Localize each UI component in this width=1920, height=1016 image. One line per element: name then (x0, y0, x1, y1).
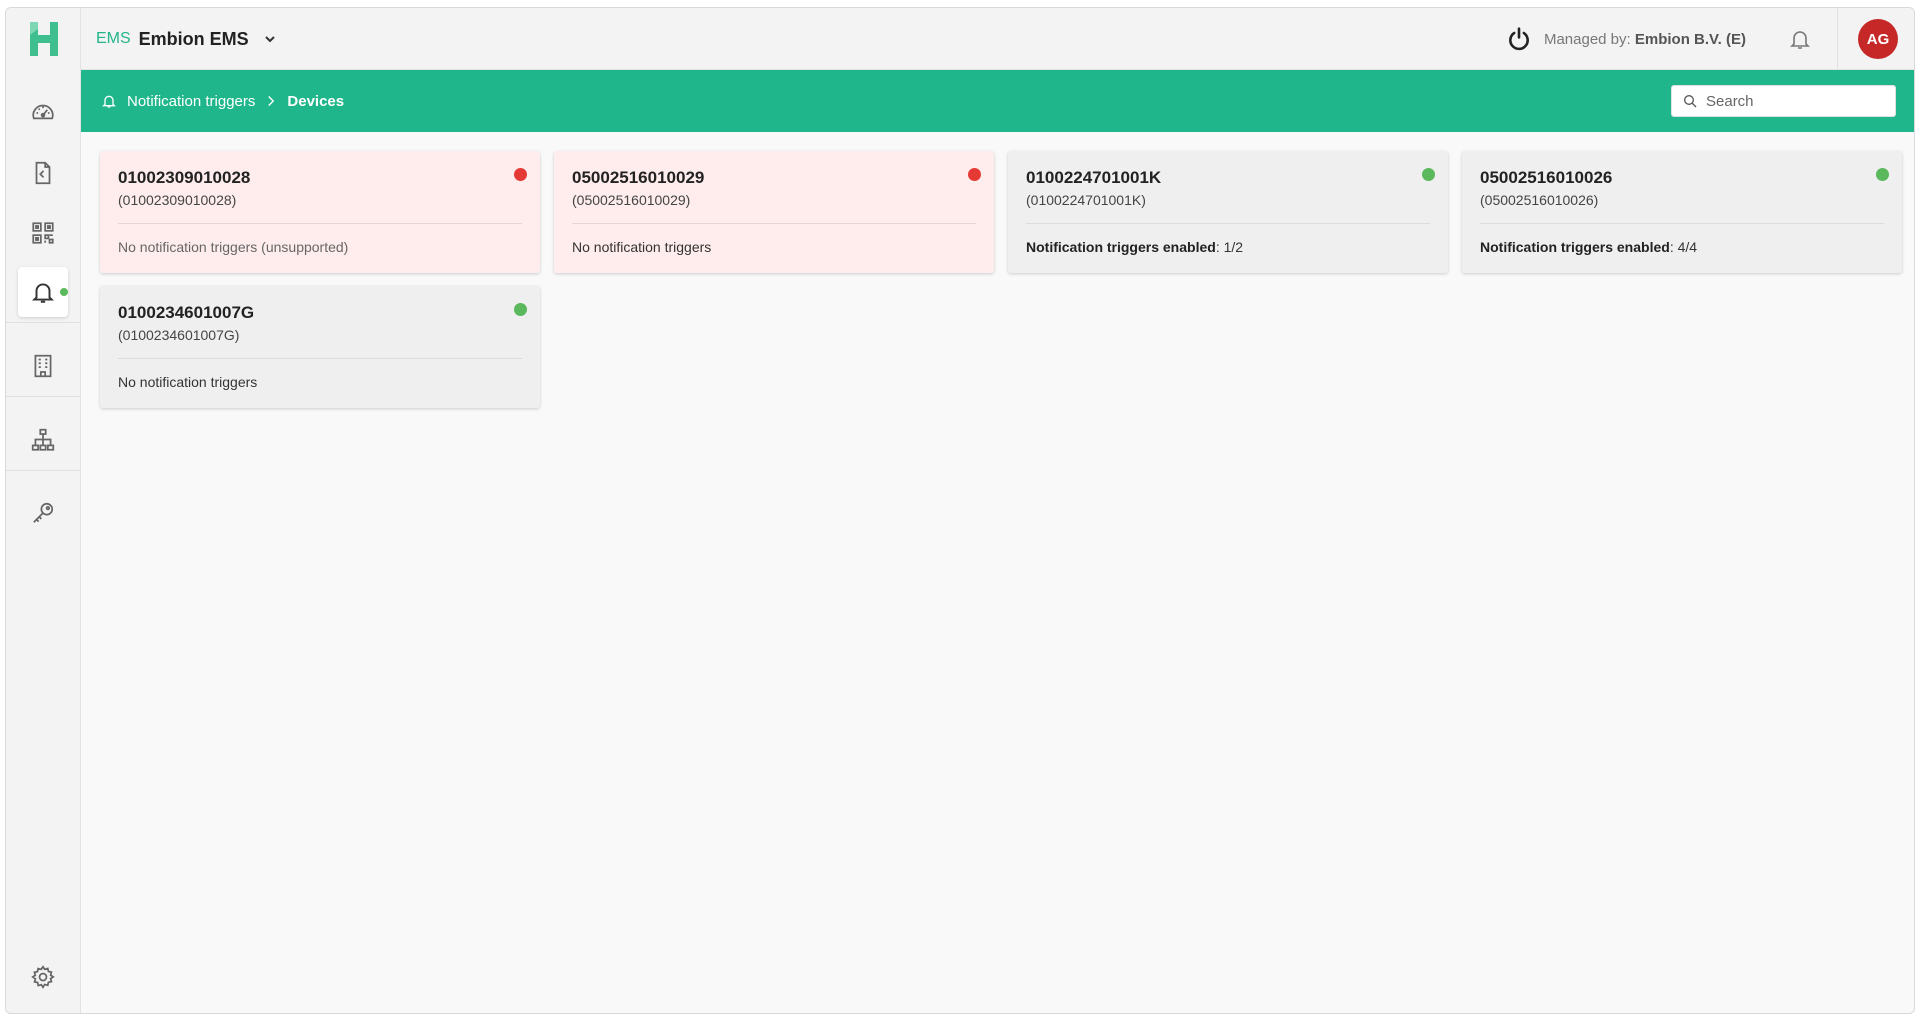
card-divider (1026, 223, 1430, 224)
gauge-icon (32, 104, 54, 120)
device-status: No notification triggers (572, 239, 712, 255)
sidebar-item-keys[interactable] (18, 488, 68, 538)
card-divider (118, 358, 522, 359)
device-status: No notification triggers (118, 374, 258, 390)
managed-by: Managed by: Embion B.V. (E) (1506, 8, 1746, 70)
device-title: 05002516010029 (572, 168, 705, 187)
sidebar-item-dashboard[interactable] (18, 88, 68, 138)
sidebar-divider (6, 470, 81, 471)
page-header: Notification triggers Devices (81, 70, 1914, 132)
device-card[interactable]: 05002516010026 (05002516010026) Notificati… (1462, 151, 1902, 273)
qr-grid-icon (32, 222, 54, 244)
chevron-down-icon (264, 36, 275, 43)
status-value: : 1/2 (1215, 239, 1244, 255)
device-grid: 01002309010028 (01002309010028) No notific… (100, 151, 1902, 408)
topbar-divider (1837, 8, 1838, 70)
sidebar-divider (6, 322, 81, 323)
device-status: Notification triggers enabled: 4/4 (1480, 239, 1697, 255)
status-indicator (514, 303, 527, 316)
status-indicator (514, 168, 527, 181)
search-box[interactable] (1671, 85, 1896, 117)
device-subtitle: (01002309010028) (118, 192, 237, 208)
app-tag: EMS (96, 30, 131, 47)
sidebar-divider (6, 396, 81, 397)
sidebar-item-hierarchy[interactable] (18, 415, 68, 465)
app-name: Embion EMS (138, 28, 249, 49)
bell-icon (31, 283, 55, 303)
sidebar-item-settings[interactable] (18, 952, 68, 1002)
managed-by-label: Managed by: (1543, 30, 1631, 48)
sidebar-item-reports[interactable] (18, 148, 68, 198)
avatar[interactable]: AG (1858, 19, 1898, 59)
app-switcher[interactable]: EMS Embion EMS (96, 8, 277, 70)
device-subtitle: (0100234601007G) (118, 327, 240, 343)
status-indicator (968, 168, 981, 181)
device-title: 05002516010026 (1480, 168, 1613, 187)
device-card[interactable]: 0100224701001K (0100224701001K) Notificati… (1008, 151, 1448, 273)
managed-by-value: Embion B.V. (E) (1634, 30, 1746, 48)
search-input[interactable] (1706, 92, 1886, 110)
sidebar-item-buildings[interactable] (18, 341, 68, 391)
key-icon (33, 502, 54, 523)
app-logo[interactable] (6, 8, 81, 70)
device-title: 0100224701001K (1026, 168, 1162, 187)
sidebar (6, 8, 81, 1013)
device-subtitle: (05002516010029) (572, 192, 691, 208)
breadcrumb: Notification triggers Devices (101, 70, 344, 132)
sidebar-item-widgets[interactable] (18, 208, 68, 258)
building-icon (34, 354, 52, 378)
bell-icon (1790, 31, 1810, 49)
sitemap-icon (31, 428, 55, 451)
card-divider (1480, 223, 1884, 224)
status-label: Notification triggers enabled (1026, 239, 1216, 255)
device-status: Notification triggers enabled: 1/2 (1026, 239, 1243, 255)
power-icon[interactable] (1506, 26, 1532, 52)
card-divider (572, 223, 976, 224)
app-window: EMS Embion EMS Managed by: Embion B.V. (… (5, 7, 1915, 1014)
gear-icon (31, 965, 55, 989)
top-bar: EMS Embion EMS Managed by: Embion B.V. (… (81, 8, 1914, 70)
logo-icon (29, 22, 58, 56)
active-indicator (60, 288, 68, 296)
device-status: No notification triggers (unsupported) (118, 239, 349, 255)
device-title: 0100234601007G (118, 303, 255, 322)
card-divider (118, 223, 522, 224)
device-title: 01002309010028 (118, 168, 251, 187)
device-subtitle: (0100224701001K) (1026, 192, 1146, 208)
breadcrumb-parent[interactable]: Notification triggers (127, 93, 255, 110)
status-value: : 4/4 (1669, 239, 1698, 255)
status-label: Notification triggers enabled (1480, 239, 1670, 255)
document-icon (35, 161, 51, 185)
bell-icon (102, 95, 116, 108)
device-subtitle: (05002516010026) (1480, 192, 1599, 208)
device-card[interactable]: 0100234601007G (0100234601007G) No notific… (100, 286, 540, 408)
status-indicator (1422, 168, 1435, 181)
chevron-right-icon (268, 96, 275, 106)
notifications-button[interactable] (1780, 8, 1820, 70)
breadcrumb-current: Devices (287, 92, 345, 110)
search-icon (1684, 95, 1697, 108)
device-card[interactable]: 05002516010029 (05002516010029) No notific… (554, 151, 994, 273)
device-card[interactable]: 01002309010028 (01002309010028) No notific… (100, 151, 540, 273)
status-indicator (1876, 168, 1889, 181)
